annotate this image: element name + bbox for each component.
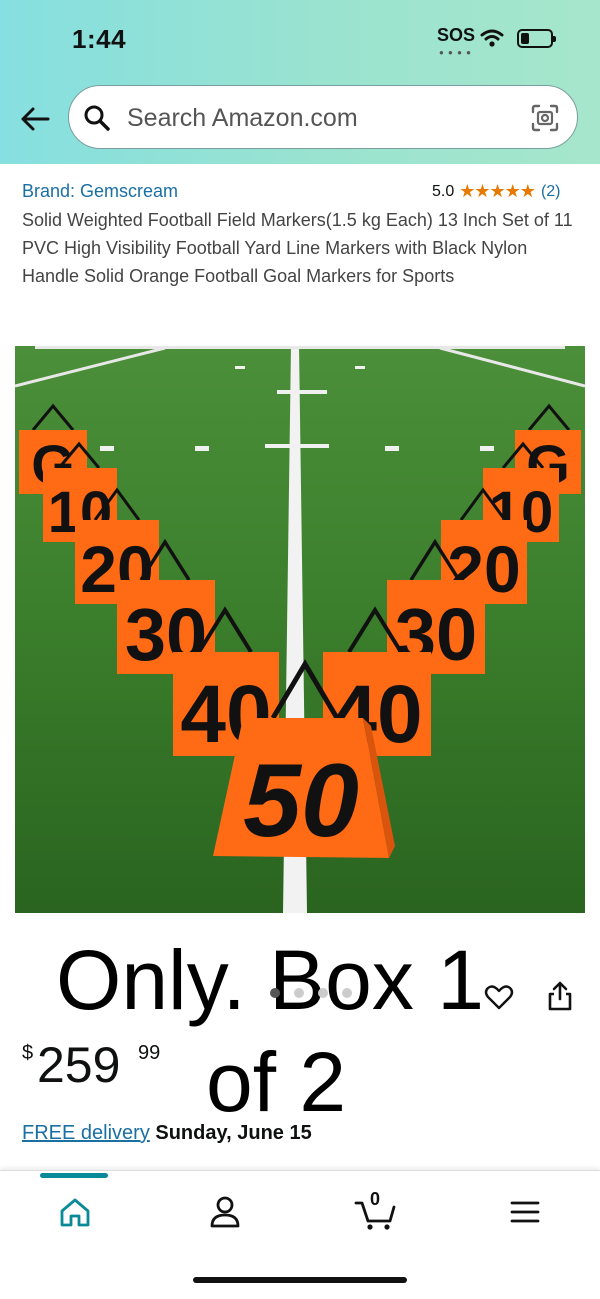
carousel-dot[interactable]: [294, 988, 304, 998]
rating-count: (2): [540, 182, 561, 200]
svg-text:50: 50: [243, 743, 359, 859]
search-icon: [84, 105, 110, 131]
bottom-navigation: 0: [0, 1170, 600, 1299]
carousel-dot[interactable]: [342, 988, 352, 998]
overlay-text-line-2: of 2: [206, 1035, 347, 1129]
search-placeholder: Search Amazon.com: [127, 104, 358, 132]
back-arrow-icon[interactable]: [18, 102, 52, 136]
delivery-info: FREE delivery Sunday, June 15: [22, 1122, 312, 1145]
carousel-dot[interactable]: [270, 988, 280, 998]
product-image[interactable]: G 10 20 30 40 G 10 20 30 40 50: [15, 346, 585, 913]
carousel-dot[interactable]: [318, 988, 328, 998]
status-time: 1:44: [72, 24, 127, 54]
home-indicator: [193, 1277, 407, 1283]
price-whole: 259: [37, 1037, 121, 1093]
star-rating-icon: ★★★★★: [459, 181, 536, 201]
free-delivery-link[interactable]: FREE delivery: [22, 1122, 150, 1144]
brand-link[interactable]: Brand: Gemscream: [22, 181, 178, 202]
product-title: Solid Weighted Football Field Markers(1.…: [22, 210, 573, 286]
overlay-text-line-1: Only. Box 1: [56, 933, 484, 1027]
rating-summary[interactable]: 5.0 ★★★★★ (2): [432, 181, 561, 202]
search-input[interactable]: Search Amazon.com: [68, 85, 578, 149]
account-icon[interactable]: [206, 1193, 244, 1231]
price-currency: $: [22, 1042, 34, 1064]
share-icon[interactable]: [546, 980, 574, 1012]
heart-icon[interactable]: [484, 982, 514, 1012]
battery-icon: [517, 29, 556, 48]
wifi-icon: [480, 29, 504, 47]
home-active-indicator: [40, 1173, 108, 1178]
signal-dots-icon: ● ● ● ●: [439, 48, 472, 57]
image-carousel-dots[interactable]: [270, 988, 352, 998]
status-sos: SOS: [437, 25, 476, 45]
app-header: 1:44 SOS ● ● ● ● Search Amazon.com: [0, 0, 600, 164]
rating-value: 5.0: [432, 182, 455, 200]
delivery-date: Sunday, June 15: [155, 1122, 312, 1144]
camera-search-icon[interactable]: [529, 102, 561, 134]
home-icon[interactable]: [56, 1193, 94, 1231]
price-fraction: 99: [138, 1042, 161, 1064]
cart-count: 0: [370, 1189, 381, 1209]
menu-icon[interactable]: [506, 1193, 544, 1231]
